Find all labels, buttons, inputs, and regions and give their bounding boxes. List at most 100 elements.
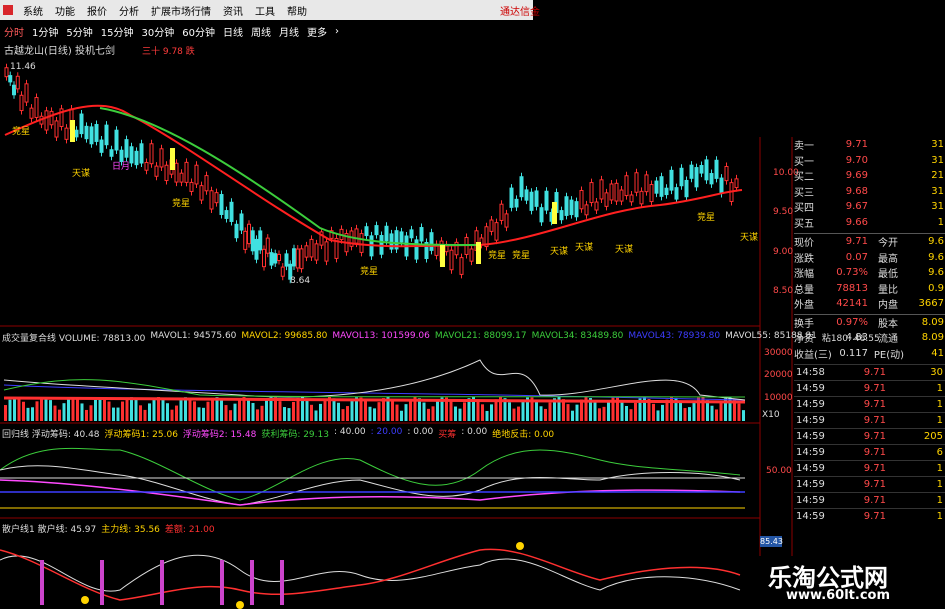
chart-annotation: 天谋 [615,245,634,255]
order-book: 卖一 9.71 31 买一 9.70 31 买二 9.69 21 买三 9.68 31 买四 9.… [794,137,945,230]
volume-bar [449,400,453,421]
volume-bar [485,410,489,421]
candle-up [489,219,494,232]
candle-down [134,150,139,166]
volume-bar [719,403,723,421]
tick-vol: 1 [936,463,943,474]
volume-bar [125,397,129,421]
order-book-row[interactable]: 卖一 9.71 31 [794,137,945,153]
volume-bar [710,405,714,421]
price-axis-label: 9.50 [773,207,794,217]
tick-row: 14:59 9.71 6 [794,444,945,460]
candle-up [734,178,739,189]
volume-bar [458,408,462,421]
candle-down [514,198,519,208]
volume-legend-item: 成交量复合线 VOLUME: 78813.00 [2,334,146,344]
tick-vol: 1 [936,383,943,394]
tick-vol: 1 [936,495,943,506]
tick-vol: 1 [936,511,943,522]
candle-up [179,172,184,183]
candle-up [584,204,589,216]
order-book-row[interactable]: 买二 9.69 21 [794,168,945,184]
candle-down [258,230,263,251]
tick-time: 14:59 [796,463,825,474]
volume-bar [602,406,606,421]
stat-value: 42141 [836,298,868,310]
stat-label: 涨跌 [794,253,814,265]
chart-annotation: 竞星 [697,213,716,223]
candle-up [247,223,251,245]
volume-bar [494,399,498,421]
volume-bar [296,397,300,421]
stat-value: 0.9 [928,282,944,294]
volume-bar [395,404,399,421]
volume-bar [548,402,552,421]
volume-bar [454,406,457,421]
volume-bar [193,401,196,421]
volume-bar [238,398,241,421]
volume-bar [161,398,165,421]
tick-price: 9.71 [863,367,886,378]
order-price: 9.66 [845,216,868,228]
candle-up [164,164,169,182]
volume-bar [364,400,367,421]
stat-value: 78813 [836,282,868,294]
chart-annotation: 天谋 [550,247,569,257]
candle-up [29,107,34,119]
volume-bar [130,397,133,421]
tick-time: 14:58 [796,367,825,378]
ma-fast-line [4,104,743,248]
candle-up [34,97,39,118]
candle-up [359,233,364,253]
indicator1-legend-item: : 40.00 [333,427,366,437]
volume-bar [211,397,214,421]
candle-up [644,174,649,193]
tick-row: 14:59 9.71 1 [794,380,945,396]
order-book-row[interactable]: 买五 9.66 1 [794,215,945,231]
candle-down [574,201,579,218]
volume-bar [409,399,412,421]
candle-down [8,75,13,83]
volume-bar [265,400,268,421]
order-book-row[interactable]: 买三 9.68 31 [794,184,945,200]
indicator1-line [0,465,741,506]
volume-bar [292,401,295,421]
stat-value: 0.117 [839,347,868,359]
stat-label: 最低 [878,269,898,281]
volume-bar [53,405,57,421]
candle-down [569,199,574,216]
signal-bar [552,202,557,224]
stats-row: 现价 9.71 今开 9.6 [794,234,945,250]
volume-bar [508,402,511,421]
candle-up [44,110,49,131]
candle-down [124,139,129,158]
volume-legend-item: MAVOL21: 88099.17 [434,331,527,341]
order-book-row[interactable]: 买四 9.67 31 [794,199,945,215]
stat-label: 外盘 [794,300,814,312]
tick-list[interactable]: 14:58 9.71 30 14:59 9.71 1 14:59 9.71 1 14:59 9… [794,364,945,524]
indicator1-axis-label: 50.00 [766,466,792,476]
order-price: 9.71 [845,139,868,151]
order-book-row[interactable]: 买一 9.70 31 [794,153,945,169]
volume-bar [157,397,160,421]
volume-bar [598,408,601,421]
indicator1-legend-item: 获利筹码: 29.13 [261,430,329,440]
candle-down [699,165,704,174]
smiley-icon [236,601,244,609]
signal-bar [476,242,481,264]
volume-bar [337,402,340,421]
candle-down [659,176,664,197]
tick-row: 14:59 9.71 1 [794,412,945,428]
candle-up [184,161,189,183]
chart-annotation: 日月 [112,162,131,172]
volume-bar [512,408,516,421]
candle-up [280,266,285,277]
volume-bar [535,400,538,421]
candle-down [364,226,369,237]
order-price: 9.67 [845,201,868,213]
candle-down [704,159,709,181]
volume-bar [571,410,574,421]
candle-up [449,249,454,271]
stat-value: 9.6 [928,236,944,248]
volume-bar [283,407,286,421]
